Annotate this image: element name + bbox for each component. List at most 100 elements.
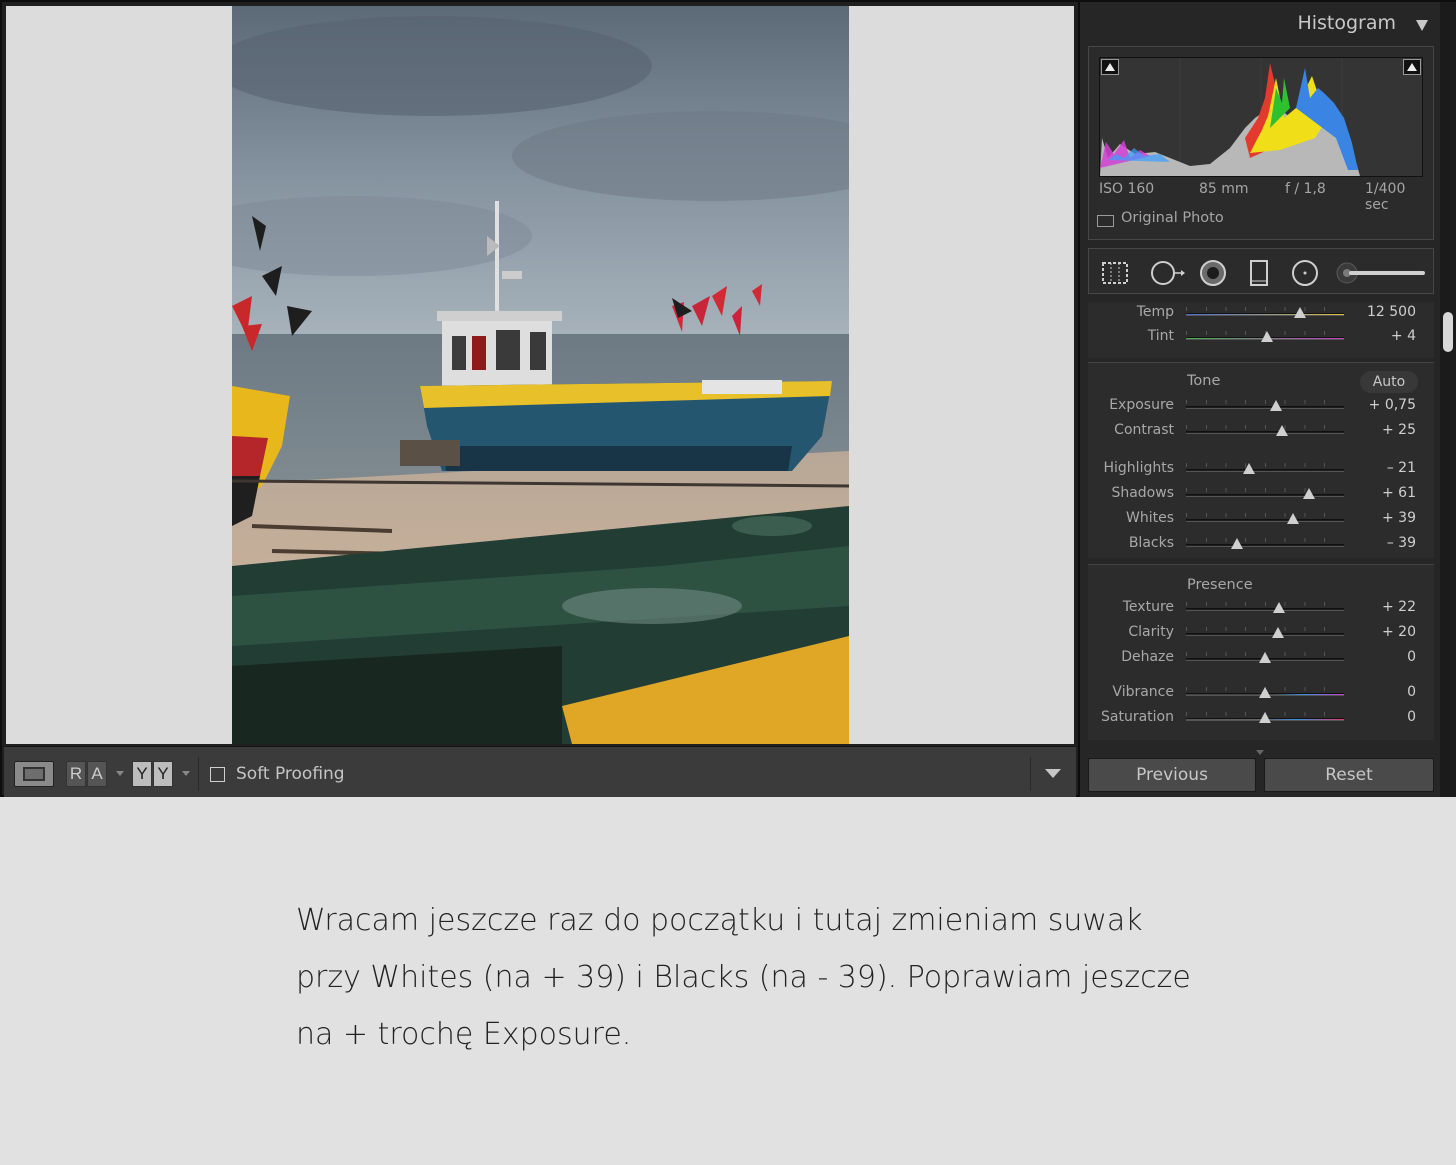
caption-line-1: Wracam jeszcze raz do początku i tutaj z… bbox=[296, 903, 1143, 938]
blacks-value[interactable]: – 39 bbox=[1387, 535, 1416, 551]
image-canvas[interactable] bbox=[6, 6, 1074, 744]
scrollbar-thumb[interactable] bbox=[1443, 312, 1453, 352]
auto-tone-button[interactable]: Auto bbox=[1360, 371, 1418, 393]
contrast-value[interactable]: + 25 bbox=[1382, 422, 1416, 438]
contrast-slider-row: Contrast + 25 bbox=[1088, 420, 1434, 444]
toolbar-content-dropdown-icon[interactable] bbox=[1045, 769, 1061, 778]
boat-photo bbox=[232, 6, 849, 744]
tone-title: Tone bbox=[1187, 373, 1221, 389]
crop-overlay-icon[interactable] bbox=[1101, 259, 1129, 287]
clarity-slider-track[interactable] bbox=[1186, 633, 1344, 636]
dehaze-slider-thumb[interactable] bbox=[1259, 652, 1271, 663]
vibrance-slider-row: Vibrance 0 bbox=[1088, 682, 1434, 706]
original-photo-label: Original Photo bbox=[1121, 210, 1224, 226]
before-after-label-c: Y bbox=[132, 761, 152, 787]
vibrance-value[interactable]: 0 bbox=[1407, 684, 1416, 700]
tint-slider-row: Tint + 4 bbox=[1088, 326, 1434, 350]
clarity-slider-thumb[interactable] bbox=[1271, 627, 1284, 638]
exposure-slider-thumb[interactable] bbox=[1270, 400, 1283, 411]
texture-slider-thumb[interactable] bbox=[1273, 602, 1286, 613]
shadow-clipping-toggle[interactable] bbox=[1101, 59, 1119, 75]
develop-right-panel: Histogram ISO 160 85 mm f / 1,8 1/400 se… bbox=[1078, 2, 1440, 797]
blacks-label: Blacks bbox=[1128, 535, 1174, 551]
loupe-view-button[interactable] bbox=[14, 761, 54, 787]
shadows-slider-track[interactable] bbox=[1186, 494, 1344, 497]
exif-iso: ISO 160 bbox=[1099, 181, 1155, 197]
caption-line-3: na + trochę Exposure. bbox=[296, 1017, 632, 1052]
toolbar-divider bbox=[198, 757, 199, 791]
temp-slider-row: Temp 12 500 bbox=[1088, 302, 1434, 326]
texture-slider-ticks bbox=[1186, 602, 1344, 606]
highlights-slider-ticks bbox=[1186, 463, 1344, 467]
highlights-slider-thumb[interactable] bbox=[1243, 463, 1256, 474]
exposure-slider-row: Exposure + 0,75 bbox=[1088, 395, 1434, 419]
before-after-dropdown-icon[interactable] bbox=[116, 771, 124, 776]
exif-aperture: f / 1,8 bbox=[1285, 181, 1326, 197]
highlights-slider-track[interactable] bbox=[1186, 469, 1344, 472]
adjustment-brush-icon[interactable] bbox=[1335, 259, 1427, 287]
whites-slider-thumb[interactable] bbox=[1287, 513, 1300, 524]
highlight-clipping-toggle[interactable] bbox=[1403, 59, 1421, 75]
contrast-slider-thumb[interactable] bbox=[1276, 425, 1289, 436]
highlights-label: Highlights bbox=[1103, 460, 1175, 476]
texture-slider-row: Texture + 22 bbox=[1088, 597, 1434, 621]
exposure-slider-track[interactable] bbox=[1186, 406, 1344, 409]
before-after-swap-dropdown-icon[interactable] bbox=[182, 771, 190, 776]
loupe-view-icon bbox=[23, 767, 45, 781]
spot-removal-icon[interactable] bbox=[1149, 259, 1185, 287]
vibrance-slider-thumb[interactable] bbox=[1259, 687, 1271, 698]
reset-button[interactable]: Reset bbox=[1264, 758, 1434, 792]
exposure-value[interactable]: + 0,75 bbox=[1369, 397, 1416, 413]
clarity-value[interactable]: + 20 bbox=[1382, 624, 1416, 640]
before-after-top-bottom-button[interactable]: Y Y bbox=[132, 761, 173, 787]
tint-slider-thumb[interactable] bbox=[1260, 331, 1273, 342]
saturation-slider-thumb[interactable] bbox=[1259, 712, 1271, 723]
photo-preview[interactable] bbox=[232, 6, 849, 744]
soft-proofing-checkbox[interactable] bbox=[210, 767, 225, 782]
texture-value[interactable]: + 22 bbox=[1382, 599, 1416, 615]
histogram-header[interactable]: Histogram bbox=[1080, 12, 1432, 34]
blacks-slider-thumb[interactable] bbox=[1230, 538, 1243, 549]
tint-value[interactable]: + 4 bbox=[1391, 328, 1416, 344]
lightroom-window: R A Y Y Soft Proofing Histogram ISO 160 … bbox=[0, 0, 1456, 797]
blacks-slider-track[interactable] bbox=[1186, 544, 1344, 547]
presence-title: Presence bbox=[1187, 577, 1253, 593]
highlights-value[interactable]: – 21 bbox=[1387, 460, 1416, 476]
previous-button[interactable]: Previous bbox=[1088, 758, 1256, 792]
whites-slider-ticks bbox=[1186, 513, 1344, 517]
temp-label: Temp bbox=[1136, 304, 1174, 320]
histogram-graph[interactable] bbox=[1099, 57, 1423, 177]
graduated-filter-icon[interactable] bbox=[1245, 259, 1273, 287]
panel-scrollbar[interactable] bbox=[1440, 2, 1456, 797]
red-eye-icon[interactable] bbox=[1199, 259, 1227, 287]
temp-value[interactable]: 12 500 bbox=[1367, 304, 1416, 320]
tone-section: Tone Auto Exposure + 0,75 Contrast + 25 High… bbox=[1088, 362, 1434, 558]
histogram-title: Histogram bbox=[1297, 12, 1396, 34]
blacks-slider-ticks bbox=[1186, 538, 1344, 542]
original-photo-checkbox[interactable] bbox=[1097, 215, 1114, 227]
histogram-collapse-icon[interactable] bbox=[1416, 20, 1428, 31]
whites-value[interactable]: + 39 bbox=[1382, 510, 1416, 526]
temp-slider-thumb[interactable] bbox=[1293, 307, 1306, 318]
white-balance-section: Temp 12 500 Tint + 4 bbox=[1088, 302, 1434, 358]
soft-proofing-label: Soft Proofing bbox=[236, 764, 345, 784]
article-caption: Wracam jeszcze raz do początku i tutaj z… bbox=[296, 892, 1196, 1063]
before-after-left-right-button[interactable]: R A bbox=[66, 761, 107, 787]
texture-slider-track[interactable] bbox=[1186, 608, 1344, 611]
exif-shutter: 1/400 sec bbox=[1365, 181, 1406, 213]
histogram-panel: ISO 160 85 mm f / 1,8 1/400 sec Original… bbox=[1088, 46, 1434, 240]
radial-filter-icon[interactable] bbox=[1291, 259, 1319, 287]
whites-slider-track[interactable] bbox=[1186, 519, 1344, 522]
dehaze-value[interactable]: 0 bbox=[1407, 649, 1416, 665]
shadows-label: Shadows bbox=[1111, 485, 1174, 501]
toolbar-divider-right bbox=[1030, 757, 1031, 791]
shadows-slider-thumb[interactable] bbox=[1303, 488, 1316, 499]
temp-slider-track[interactable] bbox=[1186, 313, 1344, 316]
basic-panel: Temp 12 500 Tint + 4 Tone Auto Exposure + 0,… bbox=[1088, 302, 1434, 742]
contrast-slider-track[interactable] bbox=[1186, 431, 1344, 434]
highlights-slider-row: Highlights – 21 bbox=[1088, 458, 1434, 482]
saturation-value[interactable]: 0 bbox=[1407, 709, 1416, 725]
dehaze-label: Dehaze bbox=[1121, 649, 1174, 665]
temp-slider-ticks bbox=[1186, 307, 1344, 311]
shadows-value[interactable]: + 61 bbox=[1382, 485, 1416, 501]
